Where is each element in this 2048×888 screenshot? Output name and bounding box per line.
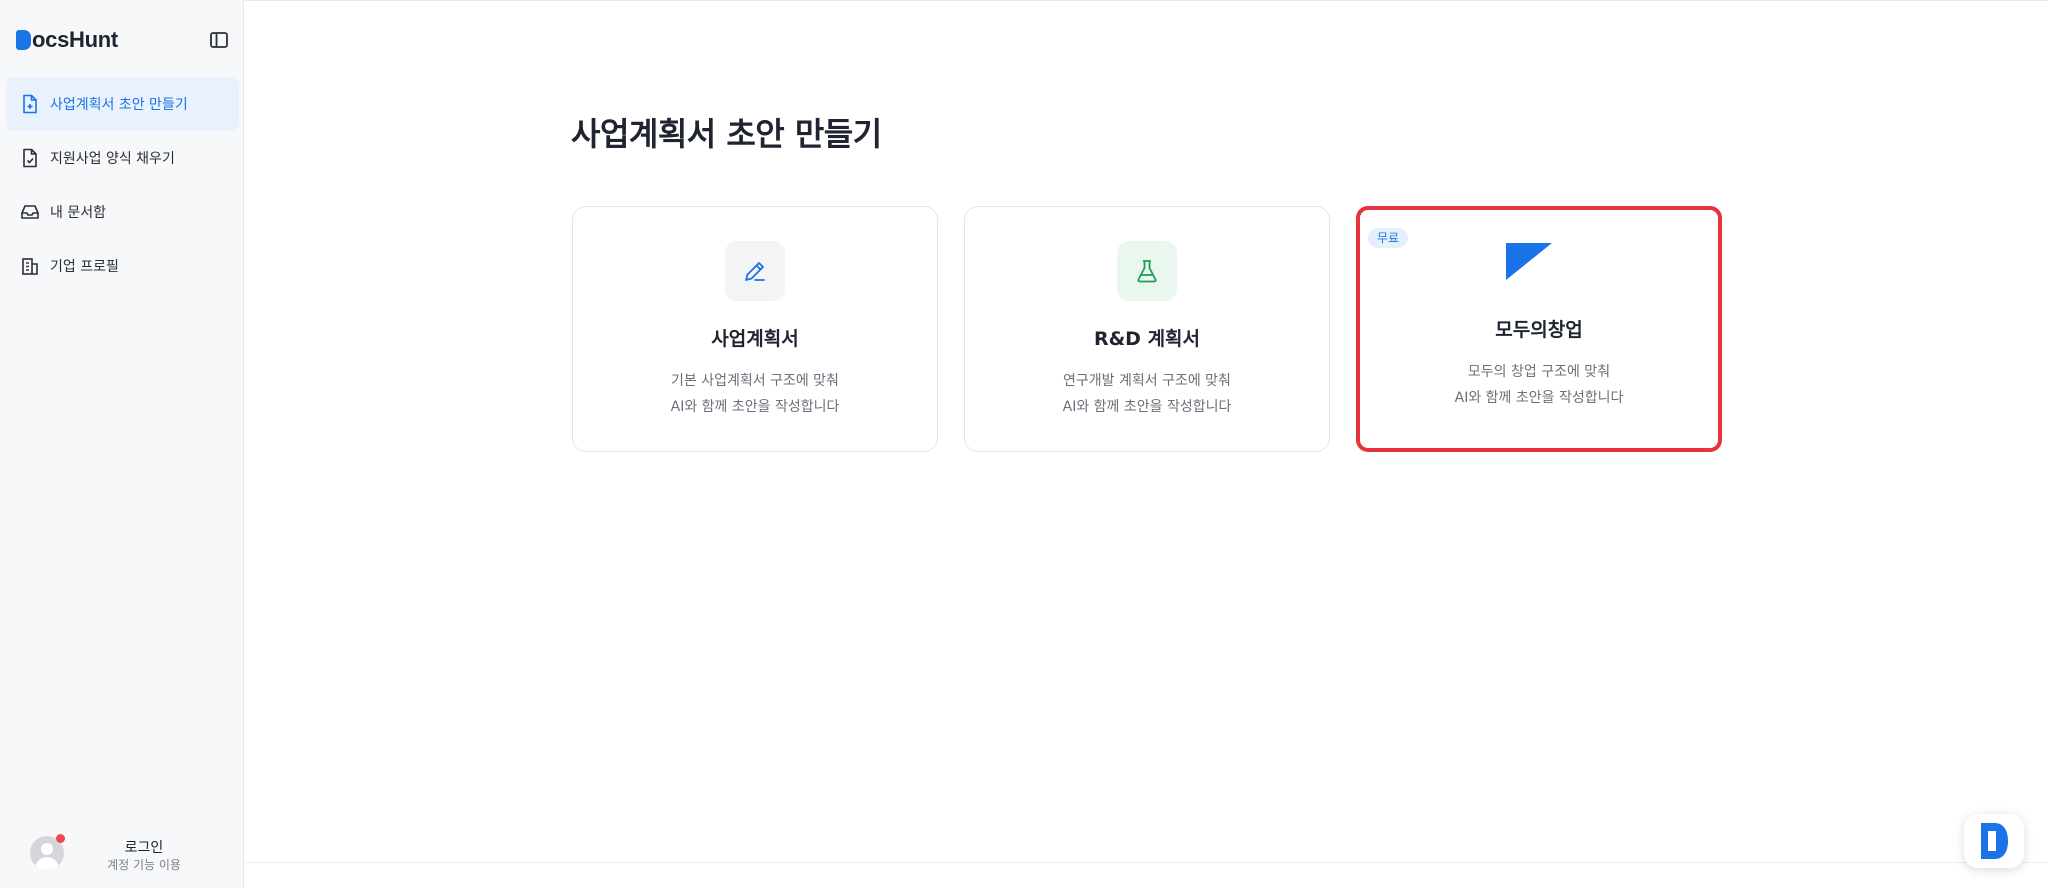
sidebar-item-company-profile[interactable]: 기업 프로필 (6, 239, 239, 293)
card-description: 모두의 창업 구조에 맞춰 (1467, 364, 1611, 380)
sidebar-toggle-button[interactable] (206, 27, 232, 53)
sidebar-item-label: 기업 프로필 (50, 259, 119, 275)
login-button[interactable]: 로그인 계정 기능 이용 (30, 834, 230, 872)
pencil-icon (725, 241, 785, 301)
sidebar-item-business-plan-draft[interactable]: 사업계획서 초안 만들기 (6, 77, 239, 131)
login-label: 로그인 (124, 840, 164, 856)
logo-d-icon (16, 30, 31, 50)
flag-triangle-icon (1499, 232, 1559, 292)
sidebar: ocsHunt 사업계획서 초안 만들기 지원사업 양식 채우기 내 문서함 기… (0, 0, 244, 888)
card-rnd-plan[interactable]: R&D 계획서 연구개발 계획서 구조에 맞춰 AI와 함께 초안을 작성합니다 (964, 206, 1330, 452)
card-title: 사업계획서 (711, 328, 799, 350)
notification-dot (56, 834, 65, 843)
sidebar-panel-icon (210, 32, 228, 48)
footer-divider (245, 862, 2048, 863)
file-plus-icon (20, 94, 40, 114)
card-description: AI와 함께 초안을 작성합니다 (670, 399, 840, 415)
building-icon (20, 256, 40, 276)
free-badge: 무료 (1368, 228, 1409, 248)
floating-help-button[interactable] (1964, 814, 2024, 868)
page-title: 사업계획서 초안 만들기 (571, 115, 882, 153)
logo-d-icon (1981, 823, 2008, 859)
sidebar-item-fill-support-form[interactable]: 지원사업 양식 채우기 (6, 131, 239, 185)
card-description: 기본 사업계획서 구조에 맞춰 (671, 373, 839, 389)
sidebar-item-label: 사업계획서 초안 만들기 (50, 97, 188, 113)
login-sublabel: 계정 기능 이용 (107, 858, 181, 872)
card-description: 연구개발 계획서 구조에 맞춰 (1063, 373, 1231, 389)
card-title: 모두의창업 (1495, 319, 1583, 341)
sidebar-item-label: 내 문서함 (50, 205, 106, 221)
card-business-plan[interactable]: 사업계획서 기본 사업계획서 구조에 맞춰 AI와 함께 초안을 작성합니다 (572, 206, 938, 452)
flask-icon (1117, 241, 1177, 301)
card-description: AI와 함께 초안을 작성합니다 (1454, 390, 1624, 406)
main-content: 사업계획서 초안 만들기 사업계획서 기본 사업계획서 구조에 맞춰 AI와 함… (245, 0, 2048, 888)
brand-logo[interactable]: ocsHunt (16, 26, 118, 54)
card-title: R&D 계획서 (1093, 328, 1201, 350)
sidebar-item-label: 지원사업 양식 채우기 (50, 151, 175, 167)
inbox-icon (20, 202, 40, 222)
sidebar-item-my-documents[interactable]: 내 문서함 (6, 185, 239, 239)
card-modu-startup[interactable]: 무료 모두의창업 모두의 창업 구조에 맞춰 AI와 함께 초안을 작성합니다 (1356, 206, 1722, 452)
card-description: AI와 함께 초안을 작성합니다 (1062, 399, 1232, 415)
sidebar-nav: 사업계획서 초안 만들기 지원사업 양식 채우기 내 문서함 기업 프로필 (6, 77, 239, 293)
brand-name: ocsHunt (32, 27, 118, 52)
file-check-icon (20, 148, 40, 168)
